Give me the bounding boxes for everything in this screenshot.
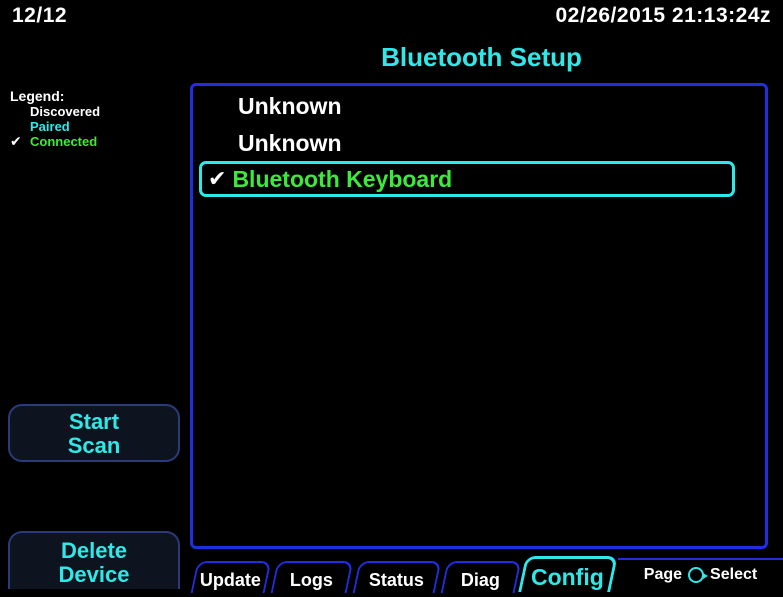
legend-connected-label: Connected	[30, 134, 98, 149]
page-number: 12/12	[12, 4, 68, 27]
device-item[interactable]: Unknown	[238, 130, 342, 157]
delete-device-label-line1: Delete	[60, 538, 128, 563]
device-item[interactable]: Unknown	[238, 93, 342, 120]
device-name: Bluetooth Keyboard	[232, 165, 453, 192]
check-icon: ✔	[10, 133, 22, 149]
select-label: Select	[710, 566, 758, 583]
tab-status-label: Status	[368, 570, 424, 590]
start-scan-label-line2: Scan	[67, 433, 121, 458]
delete-device-button[interactable]: Delete Device	[8, 531, 180, 589]
page-title: Bluetooth Setup	[381, 42, 582, 72]
knob-icon	[688, 567, 709, 583]
tab-logs-label: Logs	[289, 570, 333, 590]
legend-label: Legend:	[10, 88, 65, 104]
page-label: Page	[643, 566, 683, 583]
tab-update-label: Update	[199, 570, 261, 590]
tab-status[interactable]: Status	[352, 561, 442, 593]
page-select-hint: Page Select	[618, 558, 783, 590]
check-icon: ✔	[208, 166, 227, 191]
delete-device-label-line2: Device	[58, 562, 130, 587]
tab-diag-label: Diag	[460, 570, 500, 590]
datetime: 02/26/2015 21:13:24z	[555, 4, 771, 27]
legend-discovered: Discovered	[30, 104, 101, 119]
tab-update[interactable]: Update	[190, 561, 272, 593]
tab-diag[interactable]: Diag	[440, 561, 522, 593]
device-item-selected[interactable]: ✔ Bluetooth Keyboard	[199, 161, 735, 197]
tab-config[interactable]: Config	[518, 556, 618, 592]
legend-paired: Paired	[30, 119, 70, 134]
legend: Legend: Discovered Paired ✔ Connected	[10, 88, 101, 150]
start-scan-label-line1: Start	[68, 409, 120, 434]
legend-connected: ✔ Connected	[10, 133, 100, 150]
start-scan-button[interactable]: Start Scan	[8, 404, 180, 462]
tab-logs[interactable]: Logs	[270, 561, 354, 593]
